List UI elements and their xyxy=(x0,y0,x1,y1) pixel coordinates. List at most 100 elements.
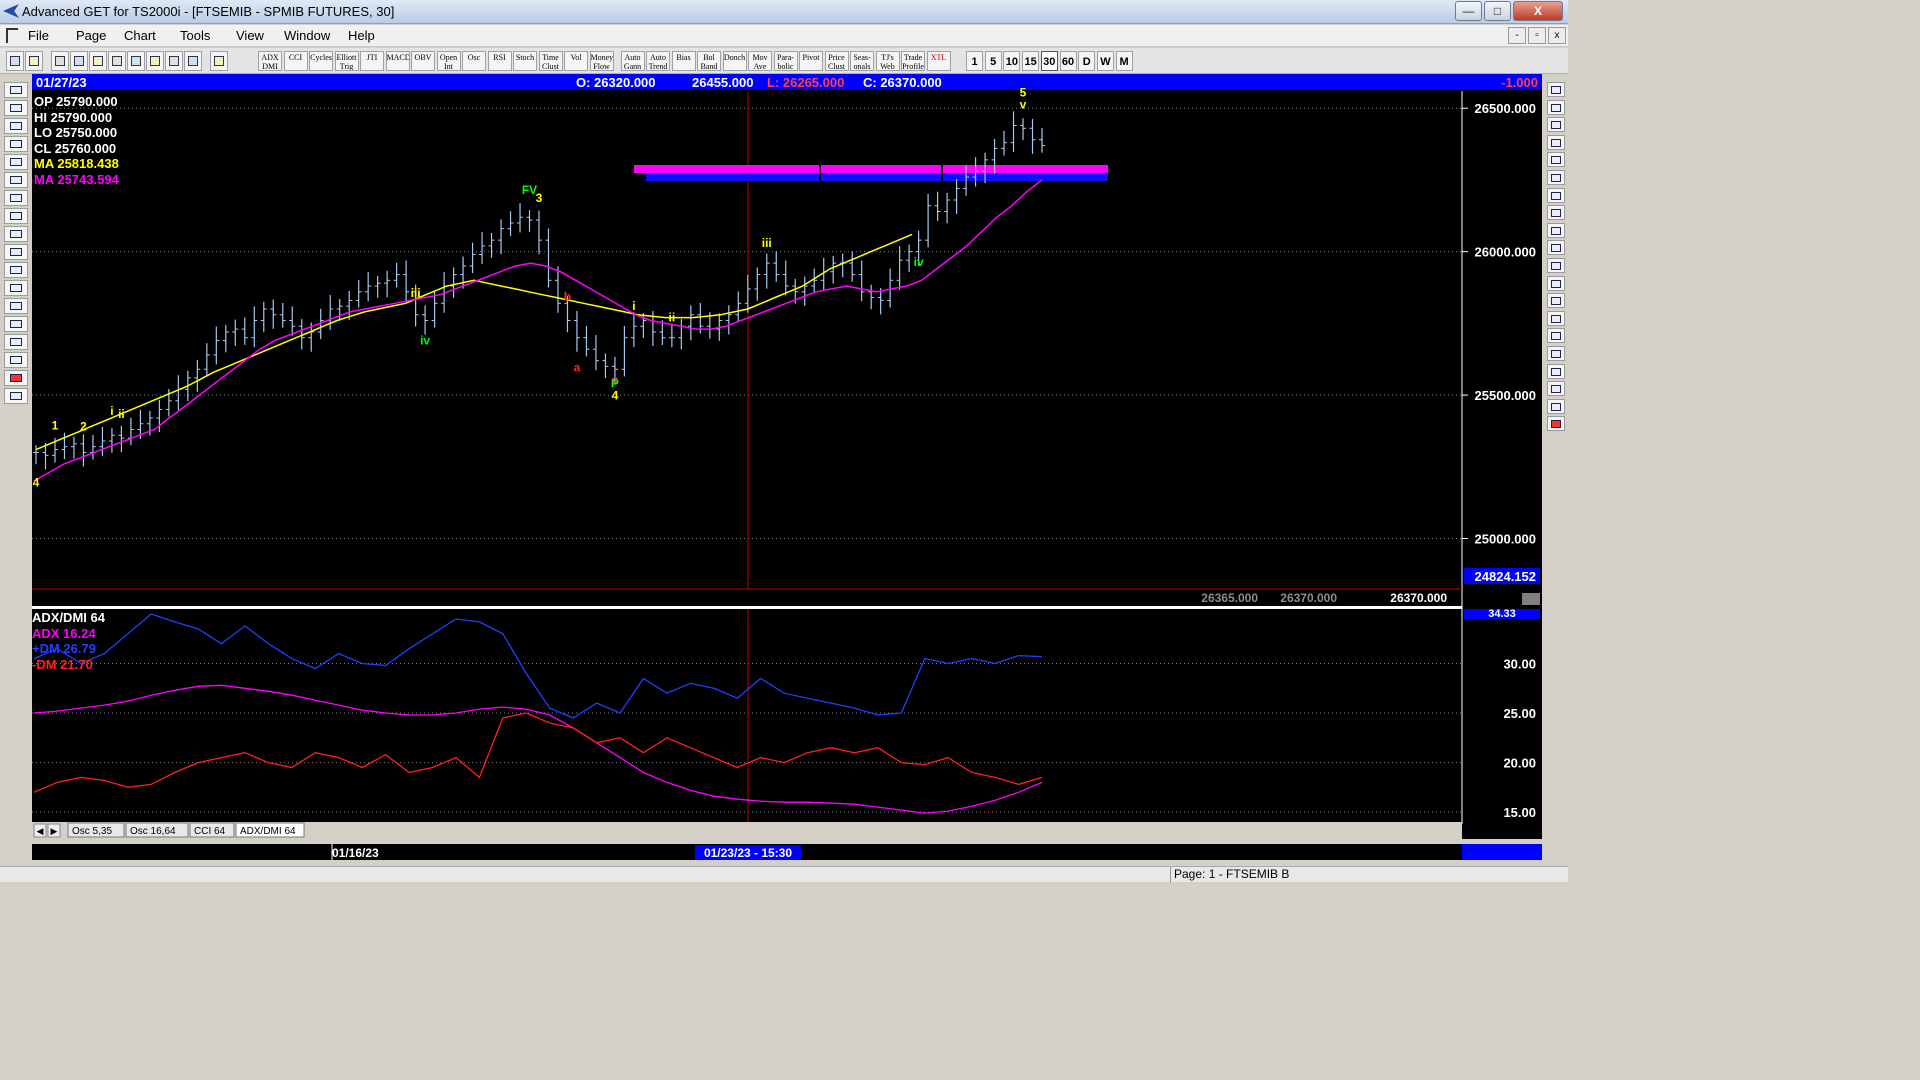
maximize-button[interactable]: □ xyxy=(1484,1,1511,21)
study-button-cycles[interactable]: Cycles xyxy=(309,51,333,71)
copy-icon[interactable] xyxy=(70,51,88,71)
study-button-osc[interactable]: Osc xyxy=(462,51,486,71)
study-button-pivot[interactable]: Pivot xyxy=(799,51,823,71)
ellipse-icon[interactable] xyxy=(1547,187,1565,203)
menu-window[interactable]: Window xyxy=(284,28,330,43)
grid-icon[interactable] xyxy=(1547,293,1565,309)
interval-button-w[interactable]: W xyxy=(1096,51,1114,71)
pti-icon[interactable] xyxy=(1547,275,1565,291)
menu-tools[interactable]: Tools xyxy=(180,28,210,43)
elliott-icon[interactable] xyxy=(4,154,28,170)
quote-icon[interactable] xyxy=(25,51,43,71)
gann-icon[interactable] xyxy=(4,334,28,350)
mdi-minimize-button[interactable]: - xyxy=(1508,27,1526,44)
study-button-jti[interactable]: JTI xyxy=(360,51,384,71)
line-icon[interactable] xyxy=(1547,117,1565,133)
table-icon[interactable] xyxy=(1547,381,1565,397)
study-button-seas-onals[interactable]: Seas-onals xyxy=(850,51,874,71)
study-button-auto-gann[interactable]: Auto Gann xyxy=(620,51,645,71)
zoom-icon[interactable] xyxy=(1547,346,1565,361)
right-arrow-icon[interactable] xyxy=(4,226,28,242)
fib-time-icon[interactable] xyxy=(1547,170,1565,185)
interval-button-10[interactable]: 10 xyxy=(1003,51,1021,71)
study-button-trade-profile[interactable]: Trade Profile xyxy=(901,51,925,71)
whats-this-icon[interactable] xyxy=(210,51,228,71)
paint-icon[interactable] xyxy=(1547,363,1565,379)
fib-ret-icon[interactable] xyxy=(1547,134,1565,150)
pointer-icon[interactable] xyxy=(6,51,24,71)
close-button[interactable]: X xyxy=(1513,1,1563,21)
study-button-tj-s-web[interactable]: TJ's Web xyxy=(875,51,900,71)
save-icon[interactable] xyxy=(108,51,126,71)
study-button-time-clust[interactable]: Time Clust xyxy=(538,51,563,71)
interval-button-1[interactable]: 1 xyxy=(966,51,983,71)
study-button-stoch[interactable]: Stoch xyxy=(513,51,537,71)
fib-ext-icon[interactable] xyxy=(1547,152,1565,168)
chart-icon[interactable] xyxy=(4,100,28,116)
folder-icon[interactable] xyxy=(4,82,28,98)
chart-canvas[interactable]: 01/27/23 O: 26320.000 26455.000 L: 26265… xyxy=(32,74,1542,860)
study-button-price-clust[interactable]: Price Clust xyxy=(824,51,849,71)
open-icon[interactable] xyxy=(89,51,107,71)
menu-page[interactable]: Page xyxy=(76,28,106,43)
window-icon[interactable] xyxy=(127,51,145,71)
interval-button-60[interactable]: 60 xyxy=(1059,51,1077,71)
page-icon[interactable] xyxy=(1547,398,1565,414)
compress-icon[interactable] xyxy=(4,244,28,260)
mdi-restore-button[interactable]: ▫ xyxy=(1528,27,1546,44)
chart-window[interactable]: 01/27/23 O: 26320.000 26455.000 L: 26265… xyxy=(32,74,1542,860)
study-button-para-bolic[interactable]: Para-bolic xyxy=(773,51,798,71)
study-button-open-int[interactable]: Open Int xyxy=(436,51,461,71)
channel-icon[interactable] xyxy=(1547,205,1565,221)
crosshair-icon[interactable] xyxy=(4,370,28,386)
study-button-cci[interactable]: CCI xyxy=(283,51,308,71)
mob-icon[interactable] xyxy=(1547,310,1565,326)
fib-icon[interactable] xyxy=(4,352,28,368)
minimize-button[interactable]: — xyxy=(1455,1,1482,21)
pencil-icon[interactable] xyxy=(1547,99,1565,115)
print-icon[interactable] xyxy=(165,51,183,71)
help-icon[interactable] xyxy=(184,51,202,71)
elps-icon[interactable] xyxy=(1547,240,1565,256)
study-button-rsi[interactable]: RSI xyxy=(487,51,512,71)
app-menu-icon[interactable] xyxy=(6,28,18,43)
text-icon[interactable] xyxy=(1547,328,1565,344)
u-icon[interactable] xyxy=(1547,416,1565,432)
study-button-money-flow[interactable]: Money Flow xyxy=(589,51,614,71)
up-arrow-icon[interactable] xyxy=(4,172,28,188)
study-button-adx-dmi[interactable]: ADX DMI xyxy=(258,51,282,71)
reset-icon[interactable] xyxy=(4,118,28,134)
menu-view[interactable]: View xyxy=(236,28,264,43)
box-icon[interactable] xyxy=(1547,222,1565,238)
pitchfork-icon[interactable] xyxy=(1547,258,1565,273)
interval-button-m[interactable]: M xyxy=(1115,51,1133,71)
study-icon[interactable] xyxy=(4,136,28,152)
grid-icon[interactable] xyxy=(146,51,164,71)
study-button-obv[interactable]: OBV xyxy=(411,51,435,71)
interval-button-15[interactable]: 15 xyxy=(1022,51,1040,71)
menu-file[interactable]: File xyxy=(28,28,49,43)
down-arrow-icon[interactable] xyxy=(4,190,28,206)
mdi-close-button[interactable]: x xyxy=(1548,27,1566,44)
zoom-icon[interactable] xyxy=(4,280,28,296)
study-button-macd[interactable]: MACD xyxy=(385,51,410,71)
menu-help[interactable]: Help xyxy=(348,28,375,43)
expand-icon[interactable] xyxy=(4,262,28,278)
study-button-mov-ave[interactable]: Mov Ave xyxy=(748,51,772,71)
close-icon[interactable] xyxy=(1547,82,1565,97)
study-button-elliott-trig[interactable]: Elliott Trig xyxy=(334,51,359,71)
interval-button-30[interactable]: 30 xyxy=(1040,51,1058,71)
study-button-bias[interactable]: Bias xyxy=(671,51,696,71)
menu-chart[interactable]: Chart xyxy=(124,28,156,43)
grid-icon[interactable] xyxy=(4,298,28,314)
study-button-xtl[interactable]: XTL xyxy=(926,51,951,71)
interval-button-d[interactable]: D xyxy=(1078,51,1096,71)
study-button-auto-trend[interactable]: Auto Trend xyxy=(646,51,670,71)
lines-icon[interactable] xyxy=(4,316,28,332)
properties-icon[interactable] xyxy=(4,388,28,404)
interval-button-5[interactable]: 5 xyxy=(984,51,1002,71)
new-page-icon[interactable] xyxy=(51,51,69,71)
chart-corner-icon[interactable] xyxy=(1522,593,1540,605)
study-button-vol[interactable]: Vol xyxy=(564,51,588,71)
study-button-bol-band[interactable]: Bol Band xyxy=(697,51,721,71)
